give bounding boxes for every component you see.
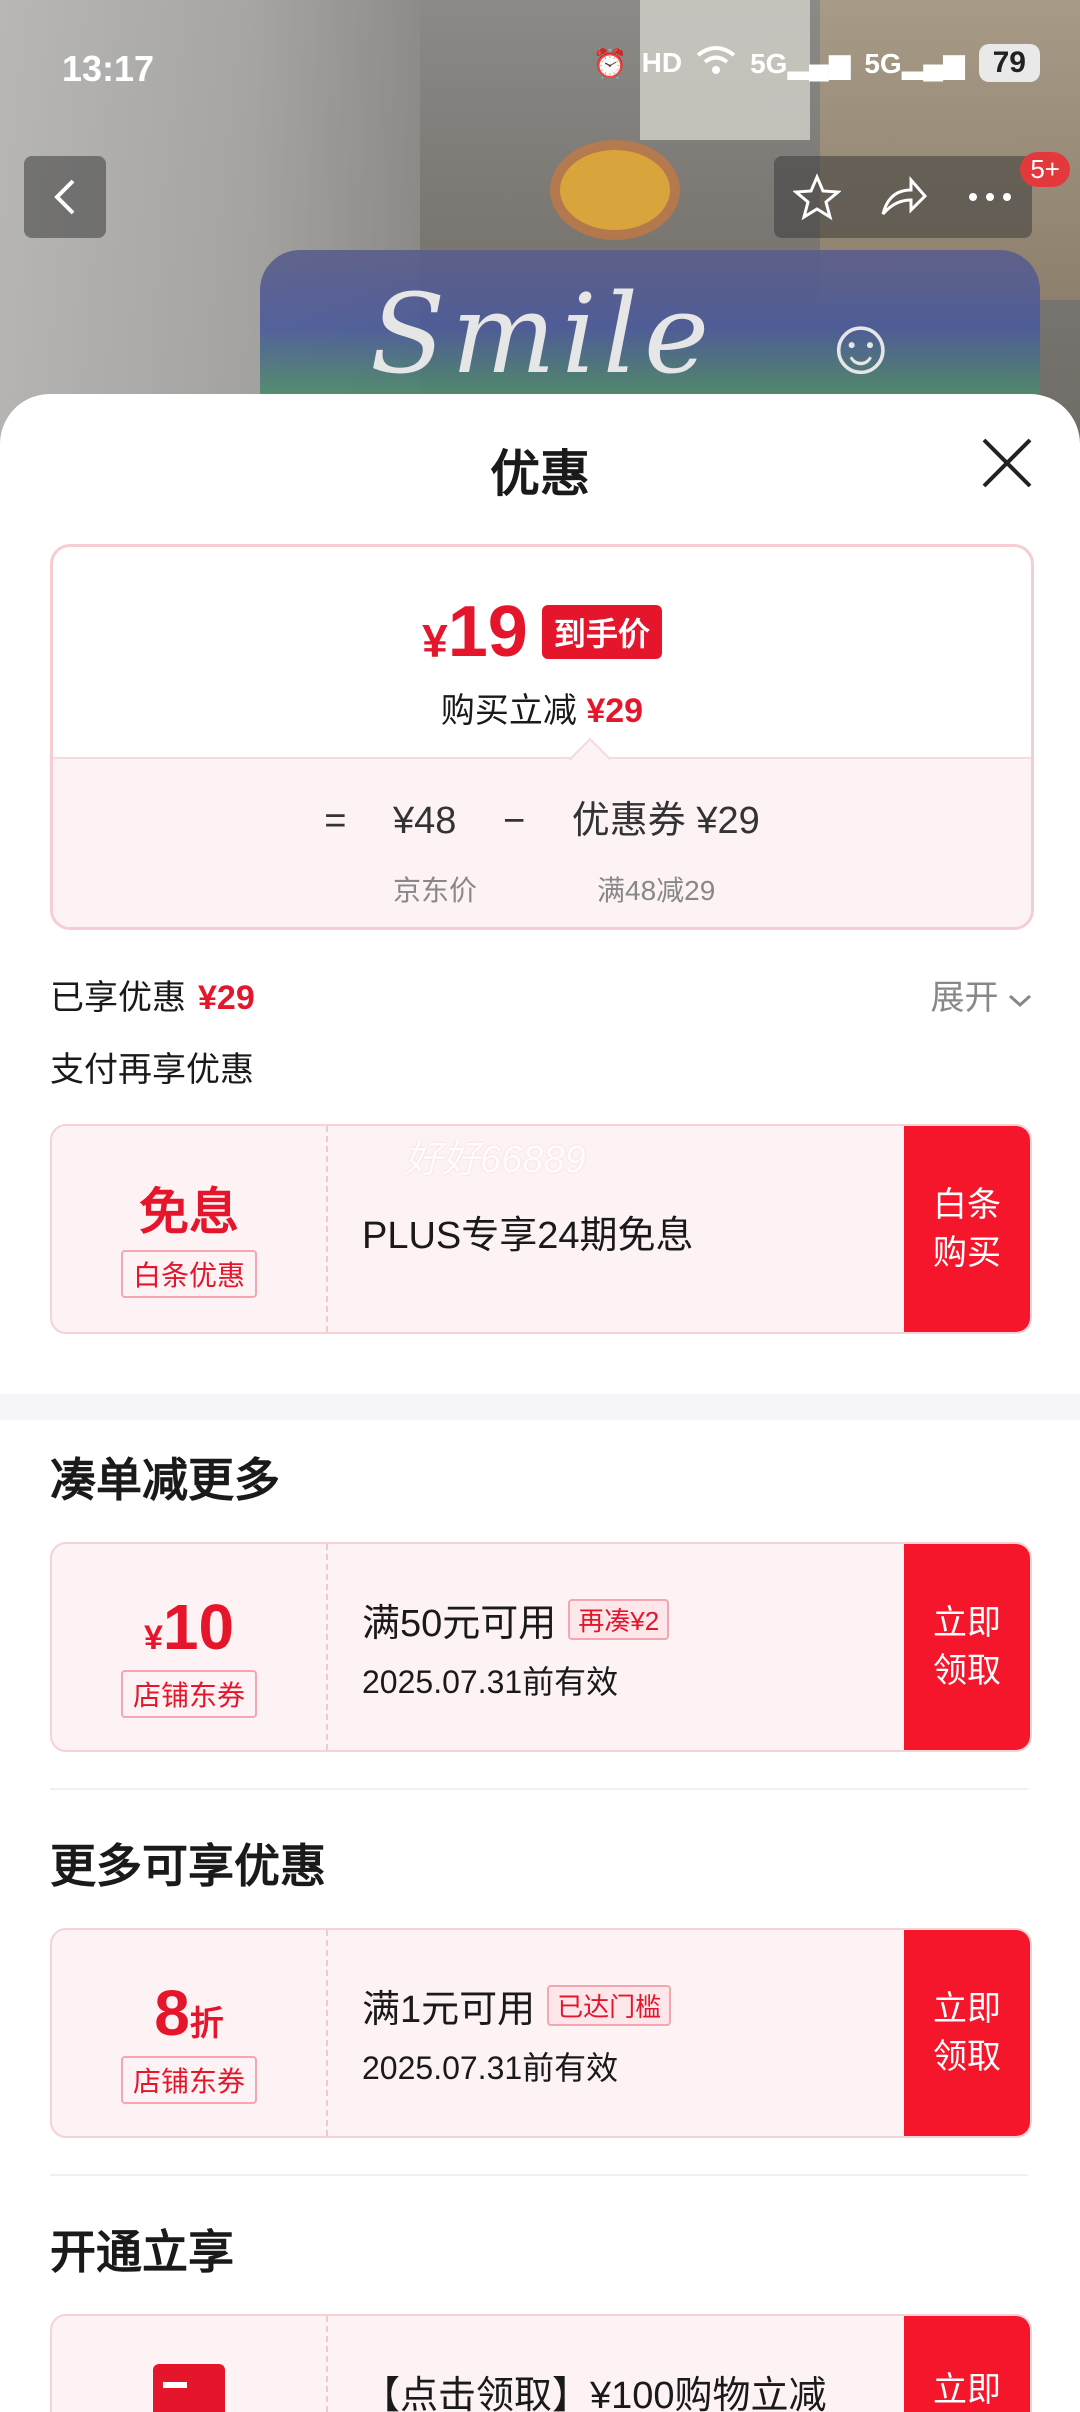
- coupon1-pill: 再凑¥2: [568, 1599, 670, 1640]
- message-badge: 5+: [1020, 152, 1070, 187]
- coupon1-claim-button[interactable]: 立即领取: [904, 1544, 1030, 1750]
- section-title-more-offers: 更多可享优惠: [50, 1840, 326, 1892]
- rug-text: Smile: [370, 270, 716, 398]
- baitiao-buy-label: 白条购买: [933, 1186, 1001, 1272]
- section-gap: [0, 1394, 1080, 1420]
- share-icon[interactable]: [879, 174, 929, 220]
- enjoyed-discount: 已享优惠 ¥29: [50, 970, 255, 1019]
- hd-icon: HD: [641, 47, 683, 78]
- status-icons: ⏰ HD 5G▂▄▆ 5G▂▄▆ 79: [593, 44, 1040, 82]
- baitiao-desc: PLUS专享24期免息: [362, 1215, 694, 1257]
- minus-sign: −: [503, 800, 526, 842]
- coupon2-unit: 折: [189, 2005, 224, 2043]
- coupon2-amount: 8: [154, 1977, 190, 2049]
- coupon1-amount: 10: [162, 1591, 235, 1663]
- expand-label: 展开: [930, 979, 999, 1017]
- status-time: 13:17: [62, 48, 155, 89]
- jd-price-label: 京东价: [393, 875, 478, 906]
- chevron-left-icon: [54, 179, 75, 215]
- coupon2-pill: 已达门槛: [547, 1985, 672, 2026]
- reduce-row: 购买立减 ¥29: [53, 683, 1031, 732]
- final-price: 19: [447, 592, 528, 672]
- watermark: 好好66889: [404, 1139, 586, 1181]
- jd-price: ¥48: [393, 800, 457, 842]
- coupon2-claim-button[interactable]: 立即领取: [904, 1930, 1030, 2136]
- coupon1-condition: 满50元可用: [362, 1603, 557, 1645]
- baitiao-sub: 白条优惠: [120, 1250, 257, 1298]
- reduce-value: ¥29: [586, 692, 644, 730]
- coupon1-line1: 满50元可用 再凑¥2: [362, 1592, 904, 1647]
- expand-button[interactable]: 展开: [931, 970, 1032, 1019]
- price-top: ¥ 19 到手价 购买立减 ¥29: [53, 547, 1031, 757]
- coupon2-mid: 满1元可用 已达门槛 2025.07.31前有效: [362, 1930, 904, 2136]
- coupon2-valid: 2025.07.31前有效: [362, 2050, 619, 2086]
- battery-icon: 79: [978, 44, 1040, 82]
- coupon2-amount-row: 8折: [52, 1976, 326, 2050]
- coupon3-left: [52, 2316, 328, 2412]
- coupon1-mid: 满50元可用 再凑¥2 2025.07.31前有效: [362, 1544, 904, 1750]
- coupon-rule: 满48减29: [597, 875, 716, 906]
- baitiao-main: 免息: [139, 1184, 239, 1240]
- section-title-activate: 开通立享: [50, 2226, 234, 2278]
- chevron-down-icon: [1008, 994, 1032, 1008]
- enjoyed-label: 已享优惠: [50, 979, 186, 1017]
- top-actions: [774, 156, 1032, 238]
- coupon-card-1: ¥10 店铺东券 满50元可用 再凑¥2 2025.07.31前有效 立即领取: [50, 1542, 1032, 1752]
- sheet-title: 优惠: [490, 446, 590, 502]
- coupon3-claim-label: 立即: [933, 2371, 1001, 2409]
- baitiao-left: 免息 白条优惠: [52, 1126, 328, 1332]
- coupon2-left: 8折 店铺东券: [52, 1930, 328, 2136]
- close-icon[interactable]: [980, 436, 1034, 490]
- wifi-icon: [696, 45, 736, 82]
- smiley-icon: ☺: [820, 301, 902, 390]
- coupon1-claim-label: 立即领取: [933, 1604, 1001, 1690]
- divider-1: [50, 1788, 1028, 1790]
- formula-row: = ¥48 − 优惠券 ¥29: [53, 789, 1031, 844]
- coupon1-amount-row: ¥10: [52, 1590, 326, 1664]
- sun-shape: [560, 150, 670, 230]
- baitiao-buy-button[interactable]: 白条购买: [904, 1126, 1030, 1332]
- coupon1-valid: 2025.07.31前有效: [362, 1664, 619, 1700]
- enjoyed-value: ¥29: [198, 979, 255, 1017]
- coupon-value: 优惠券 ¥29: [571, 800, 760, 842]
- final-price-tag: 到手价: [541, 605, 662, 659]
- equals-sign: =: [324, 800, 347, 842]
- coupon1-sub: 店铺东券: [120, 1670, 257, 1718]
- discount-sheet: 优惠 ¥ 19 到手价 购买立减 ¥29 = ¥48 − 优惠券 ¥29 京东价…: [0, 394, 1080, 2412]
- network-label-2: 5G: [864, 47, 902, 79]
- section-title-more-orders: 凑单减更多: [50, 1454, 280, 1506]
- coupon2-condition: 满1元可用: [362, 1989, 536, 2031]
- coupon3-mid: 【点击领取】¥100购物立减: [362, 2316, 904, 2412]
- coupon1-currency: ¥: [143, 1619, 163, 1657]
- status-bar: 13:17 ⏰ HD 5G▂▄▆ 5G▂▄▆ 79: [0, 0, 1080, 140]
- coupon3-claim-button[interactable]: 立即: [904, 2316, 1030, 2412]
- coupon2-line1: 满1元可用 已达门槛: [362, 1978, 904, 2033]
- signal-icon-2: 5G▂▄▆: [864, 47, 965, 79]
- coupon3-desc: 【点击领取】¥100购物立减: [362, 2375, 827, 2412]
- membership-card-icon: [153, 2364, 225, 2412]
- more-icon[interactable]: [967, 191, 1013, 203]
- star-icon[interactable]: [793, 173, 841, 221]
- pay-more-label: 支付再享优惠: [50, 1051, 254, 1089]
- coupon2-claim-label: 立即领取: [933, 1990, 1001, 2076]
- coupon-card-3: 【点击领取】¥100购物立减 立即: [50, 2314, 1032, 2412]
- back-button[interactable]: [24, 156, 106, 238]
- signal-icon-1: 5G▂▄▆: [750, 47, 851, 79]
- coupon-card-2: 8折 店铺东券 满1元可用 已达门槛 2025.07.31前有效 立即领取: [50, 1928, 1032, 2138]
- currency-symbol: ¥: [422, 615, 448, 667]
- divider-2: [50, 2174, 1028, 2176]
- price-formula: = ¥48 − 优惠券 ¥29 京东价 满48减29: [53, 737, 1031, 927]
- coupon1-left: ¥10 店铺东券: [52, 1544, 328, 1750]
- alarm-icon: ⏰: [592, 47, 628, 79]
- final-price-row: ¥ 19 到手价: [53, 591, 1031, 673]
- network-label-1: 5G: [750, 47, 788, 79]
- coupon2-sub: 店铺东券: [120, 2056, 257, 2104]
- price-summary-card: ¥ 19 到手价 购买立减 ¥29 = ¥48 − 优惠券 ¥29 京东价 满4…: [50, 544, 1034, 930]
- reduce-label: 购买立减: [440, 692, 577, 730]
